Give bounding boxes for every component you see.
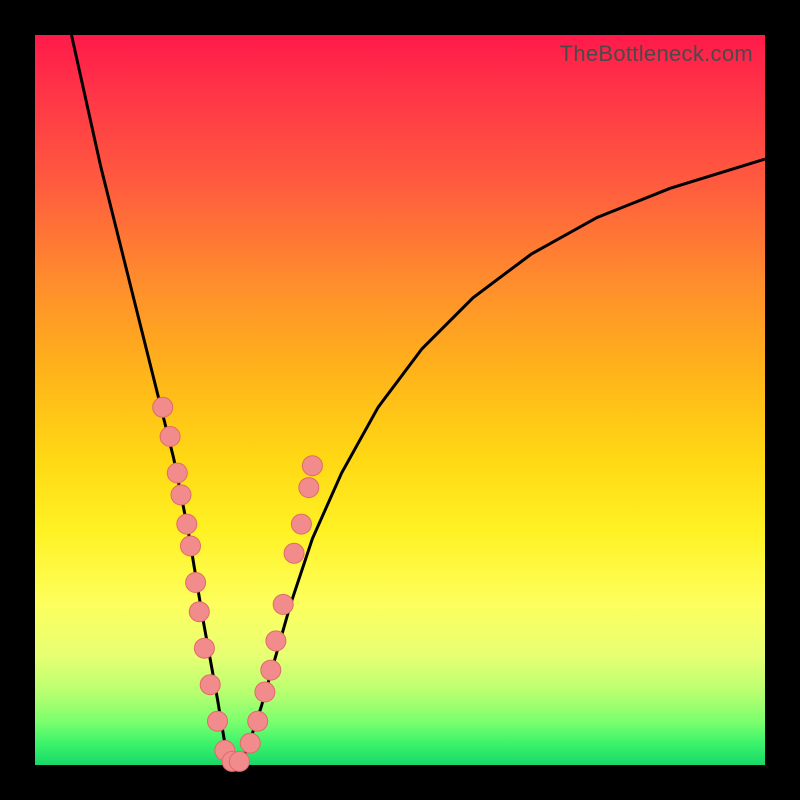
data-marker — [153, 397, 173, 417]
data-marker — [273, 594, 293, 614]
data-marker — [248, 711, 268, 731]
data-marker — [208, 711, 228, 731]
data-marker — [229, 751, 249, 771]
chart-frame: TheBottleneck.com — [0, 0, 800, 800]
data-marker — [200, 675, 220, 695]
bottleneck-curve — [72, 35, 766, 765]
data-marker — [284, 543, 304, 563]
plot-area: TheBottleneck.com — [35, 35, 765, 765]
data-marker — [167, 463, 187, 483]
data-marker — [266, 631, 286, 651]
chart-svg — [35, 35, 765, 765]
data-marker — [177, 514, 197, 534]
data-marker — [291, 514, 311, 534]
data-marker — [302, 456, 322, 476]
data-marker — [186, 573, 206, 593]
data-marker — [181, 536, 201, 556]
data-marker — [255, 682, 275, 702]
data-marker — [194, 638, 214, 658]
data-marker — [299, 478, 319, 498]
data-marker — [240, 733, 260, 753]
data-marker — [160, 427, 180, 447]
data-marker — [261, 660, 281, 680]
data-marker — [189, 602, 209, 622]
data-marker — [171, 485, 191, 505]
